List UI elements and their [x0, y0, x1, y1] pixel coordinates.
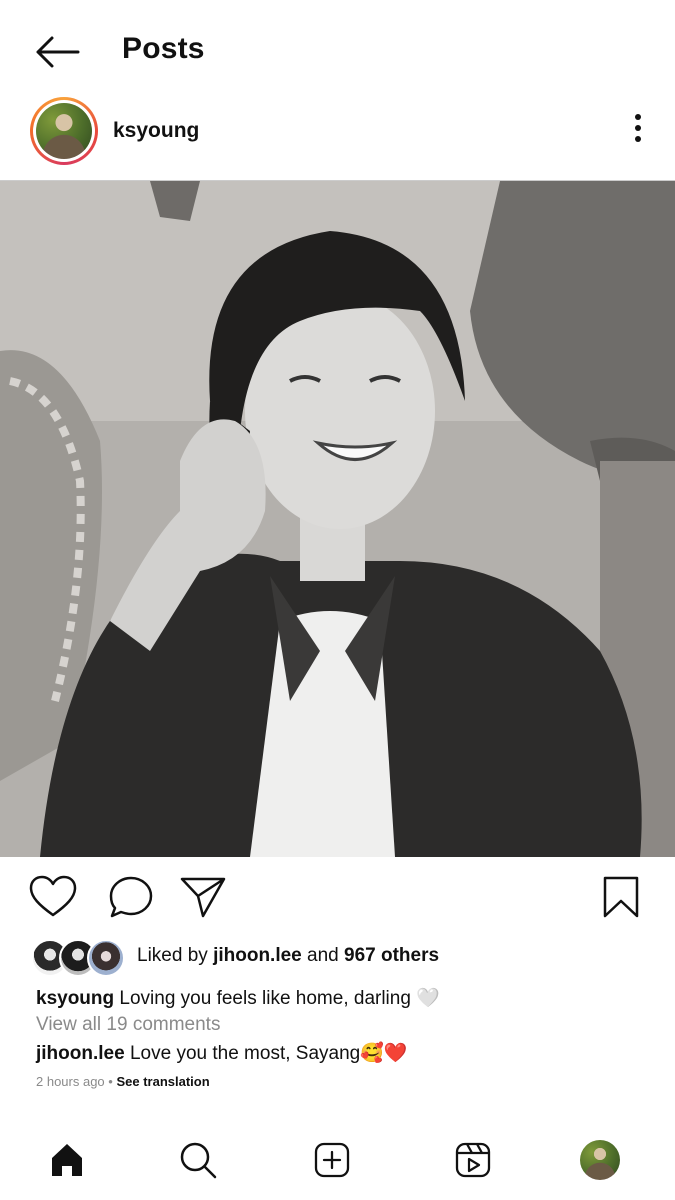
- see-translation-link[interactable]: See translation: [116, 1074, 209, 1089]
- add-post-icon[interactable]: [314, 1142, 350, 1178]
- comment-icon[interactable]: [108, 875, 154, 919]
- post-username[interactable]: ksyoung: [113, 119, 199, 143]
- meta-separator: •: [108, 1074, 113, 1089]
- comment-preview: jihoon.lee Love you the most, Sayang🥰❤️: [36, 1041, 408, 1065]
- post-timestamp: 2 hours ago: [36, 1074, 105, 1089]
- profile-avatar[interactable]: [580, 1140, 620, 1180]
- post-caption: ksyoung Loving you feels like home, darl…: [36, 986, 440, 1010]
- caption-username[interactable]: ksyoung: [36, 988, 114, 1009]
- paper-plane-icon[interactable]: [179, 874, 227, 920]
- author-avatar[interactable]: [30, 97, 98, 165]
- bookmark-icon[interactable]: [601, 875, 641, 919]
- more-vertical-icon[interactable]: [628, 112, 648, 144]
- heart-icon[interactable]: [29, 875, 77, 919]
- liked-by-prefix: Liked by: [137, 945, 208, 966]
- liked-by-and: and: [307, 945, 339, 966]
- likes-summary[interactable]: Liked by jihoon.lee and 967 others: [137, 945, 439, 967]
- comment-username[interactable]: jihoon.lee: [36, 1043, 125, 1064]
- reels-icon[interactable]: [455, 1142, 491, 1178]
- view-all-comments-link[interactable]: View all 19 comments: [36, 1014, 220, 1036]
- post-meta: 2 hours ago • See translation: [36, 1074, 210, 1089]
- caption-text: Loving you feels like home, darling 🤍: [119, 988, 440, 1009]
- back-arrow-icon[interactable]: [34, 34, 80, 70]
- search-icon[interactable]: [179, 1141, 217, 1179]
- page-title: Posts: [122, 32, 205, 65]
- comment-text: Love you the most, Sayang🥰❤️: [129, 1043, 408, 1064]
- liked-by-user[interactable]: jihoon.lee: [213, 945, 302, 966]
- liker-avatar: [87, 939, 125, 977]
- liked-by-others[interactable]: 967 others: [344, 945, 439, 966]
- liked-by-avatars[interactable]: [31, 939, 125, 977]
- post-image[interactable]: [0, 180, 675, 857]
- home-icon[interactable]: [50, 1142, 84, 1178]
- avatar-photo: [36, 103, 92, 159]
